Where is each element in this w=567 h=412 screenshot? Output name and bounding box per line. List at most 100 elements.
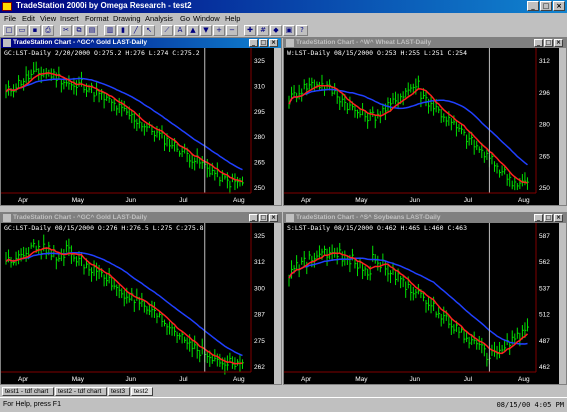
price-bar [93,91,96,103]
chart-window-titlebar[interactable]: TradeStation Chart - ^W^ Wheat LAST-Dail… [284,38,566,48]
price-tick-label: 275 [254,338,265,345]
menu-drawing[interactable]: Drawing [113,14,141,23]
price-chart[interactable]: 325 310 295 280 265 250 Apr May Jun Jul Aug [1,48,279,205]
chart-minimize-button[interactable]: _ [249,39,258,47]
price-chart[interactable]: 312 296 280 265 250 Apr May Jun Jul Aug [284,48,564,205]
vertical-scrollbar[interactable] [559,223,566,384]
vertical-scrollbar[interactable] [274,48,281,205]
price-bar [216,353,219,367]
price-bar [98,264,101,280]
save-icon[interactable]: ▪ [29,25,41,36]
chart-minimize-button[interactable]: _ [534,214,543,222]
line-icon[interactable]: ╱ [130,25,142,36]
chart-minimize-button[interactable]: _ [534,39,543,47]
menu-analysis[interactable]: Analysis [145,14,173,23]
arrow-up-icon[interactable]: ▲ [187,25,199,36]
chart-close-button[interactable]: × [554,214,563,222]
price-bar [156,313,159,324]
price-bar [324,86,327,96]
maximize-button[interactable]: □ [540,1,552,11]
new-doc-icon[interactable]: □ [3,25,15,36]
menu-format[interactable]: Format [85,14,109,23]
chart-window-gold-2[interactable]: TradeStation Chart - ^GC^ Gold LAST-Dail… [0,212,282,385]
chart-close-button[interactable]: × [554,39,563,47]
price-bar [75,80,78,96]
vertical-scrollbar[interactable] [274,223,281,384]
menu-help[interactable]: Help [225,14,240,23]
date-tick-label: Aug [233,376,245,383]
text-icon[interactable]: A [174,25,186,36]
price-bar [405,281,408,298]
chart-window-wheat[interactable]: TradeStation Chart - ^W^ Wheat LAST-Dail… [283,37,567,206]
tab-test2-chart[interactable]: test2 - tdf chart [55,387,107,396]
crosshair-icon[interactable]: ✚ [244,25,256,36]
price-bar [163,135,166,151]
price-bar [473,139,476,155]
help-icon[interactable]: ? [296,25,308,36]
price-bar [339,242,342,254]
tab-test3[interactable]: test3 [108,387,130,396]
cursor-icon[interactable]: ↖ [143,25,155,36]
price-bar [143,123,146,136]
price-bar [23,78,26,91]
paste-icon[interactable]: ▤ [86,25,98,36]
bar-icon[interactable]: ▮ [117,25,129,36]
close-button[interactable]: × [553,1,565,11]
vertical-scrollbar[interactable] [559,48,566,205]
price-bar [116,284,119,297]
menu-file[interactable]: File [4,14,16,23]
cut-icon[interactable]: ✂ [60,25,72,36]
chart-maximize-button[interactable]: □ [259,214,268,222]
open-icon[interactable]: ▭ [16,25,28,36]
menu-go[interactable]: Go [180,14,190,23]
chart-close-button[interactable]: × [269,39,278,47]
menu-window[interactable]: Window [193,14,220,23]
chart-minimize-button[interactable]: _ [249,214,258,222]
expert-icon[interactable]: ◆ [270,25,282,36]
zoom-in-icon[interactable]: + [213,25,225,36]
price-bar [516,183,519,191]
window-icon[interactable]: ▣ [283,25,295,36]
price-chart[interactable]: 325 312 300 287 275 262 Apr May Jun Jul Aug [1,223,279,384]
price-bar [410,284,413,301]
workspace-tabs: test1 - tdf chart test2 - tdf chart test… [0,387,567,397]
price-bar [346,102,349,114]
chart-window-titlebar[interactable]: TradeStation Chart - ^GC^ Gold LAST-Dail… [1,213,281,223]
price-bar [402,91,405,106]
chart-maximize-button[interactable]: □ [544,214,553,222]
date-tick-label: Aug [233,197,245,204]
price-bar [478,146,481,153]
price-bar [463,129,466,136]
price-bar [349,96,352,111]
chart-icon[interactable]: ▥ [104,25,116,36]
chart-data-readout: GC:LST-Daily 2/20/2000 O:275.2 H:276 L:2… [4,49,200,57]
date-tick-label: Apr [301,197,312,204]
chart-window-soybeans[interactable]: TradeStation Chart - ^S^ Soybeans LAST-D… [283,212,567,385]
chart-close-button[interactable]: × [269,214,278,222]
price-bar [321,74,324,91]
tab-test1[interactable]: test1 - tdf chart [2,387,54,396]
grid-icon[interactable]: # [257,25,269,36]
zoom-out-icon[interactable]: − [226,25,238,36]
date-tick-label: Apr [301,376,312,383]
menu-view[interactable]: View [40,14,56,23]
print-icon[interactable]: ⎙ [42,25,54,36]
price-bar [111,99,114,112]
price-bar [103,274,106,287]
ma-fast-line [288,252,529,355]
price-chart[interactable]: 587 562 537 512 487 462 Apr May Jun Jul Aug [284,223,564,384]
chart-window-titlebar[interactable]: TradeStation Chart - ^S^ Soybeans LAST-D… [284,213,566,223]
trendline-icon[interactable]: ⟋ [161,25,173,36]
tab-test2[interactable]: test2 [131,387,153,396]
chart-window-gold[interactable]: TradeStation Chart - ^GC^ Gold LAST-Dail… [0,37,282,206]
minimize-button[interactable]: _ [527,1,539,11]
menu-insert[interactable]: Insert [60,14,79,23]
price-bar [8,80,11,96]
price-bar [214,169,217,181]
chart-maximize-button[interactable]: □ [544,39,553,47]
arrow-down-icon[interactable]: ▼ [200,25,212,36]
menu-edit[interactable]: Edit [22,14,35,23]
copy-icon[interactable]: ⧉ [73,25,85,36]
chart-window-titlebar[interactable]: TradeStation Chart - ^GC^ Gold LAST-Dail… [1,38,281,48]
chart-maximize-button[interactable]: □ [259,39,268,47]
